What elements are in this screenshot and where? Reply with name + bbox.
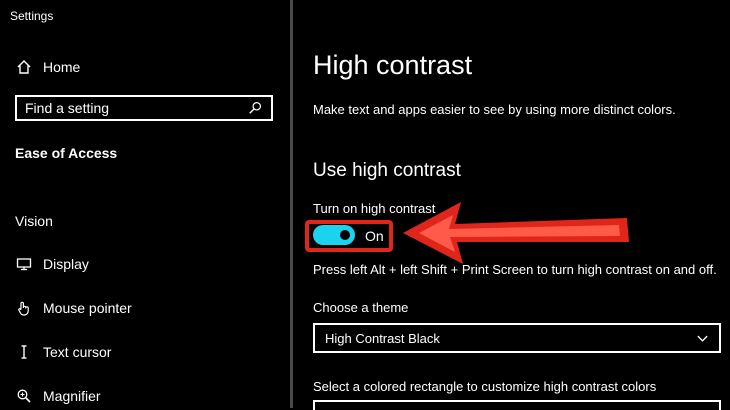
sidebar-item-label: Magnifier <box>43 388 101 404</box>
theme-label: Choose a theme <box>313 300 409 315</box>
toggle-state-label: On <box>365 228 384 244</box>
theme-dropdown-value: High Contrast Black <box>325 330 440 346</box>
sidebar-item-label: Mouse pointer <box>43 300 132 316</box>
section-title: Use high contrast <box>313 160 461 181</box>
toggle-knob <box>340 230 350 240</box>
sidebar-item-mouse-pointer[interactable]: Mouse pointer <box>15 297 132 319</box>
nav-home-label: Home <box>43 59 81 75</box>
high-contrast-toggle[interactable] <box>313 225 355 245</box>
search-placeholder: Find a setting <box>25 100 110 116</box>
nav-home[interactable]: Home <box>15 56 80 78</box>
color-rectangle-swatch[interactable] <box>313 400 721 410</box>
chevron-down-icon <box>695 331 709 345</box>
red-arrow-annotation <box>403 202 629 264</box>
monitor-icon <box>15 255 33 273</box>
color-rectangles-label: Select a colored rectangle to customize … <box>313 379 657 394</box>
magnifier-icon <box>15 387 33 405</box>
page-description: Make text and apps easier to see by usin… <box>313 102 676 117</box>
mouse-pointer-icon <box>15 299 33 317</box>
main-content: High contrast Make text and apps easier … <box>293 0 730 410</box>
sidebar-item-label: Display <box>43 256 89 272</box>
app-title: Settings <box>10 9 54 23</box>
page-title: High contrast <box>313 50 473 80</box>
sidebar-item-label: Text cursor <box>43 344 112 360</box>
search-icon[interactable] <box>247 100 263 116</box>
text-cursor-icon <box>15 343 33 361</box>
section-title: Ease of Access <box>15 145 118 161</box>
sidebar: Settings Home Find a setting Ease of Acc… <box>0 0 290 408</box>
sidebar-item-display[interactable]: Display <box>15 253 89 275</box>
theme-dropdown[interactable]: High Contrast Black <box>313 323 721 353</box>
home-icon <box>15 58 33 76</box>
shortcut-hint: Press left Alt + left Shift + Print Scre… <box>313 262 717 277</box>
search-input[interactable]: Find a setting <box>15 95 273 121</box>
group-title-vision: Vision <box>15 213 53 229</box>
sidebar-item-magnifier[interactable]: Magnifier <box>15 385 101 407</box>
sidebar-item-text-cursor[interactable]: Text cursor <box>15 341 111 363</box>
